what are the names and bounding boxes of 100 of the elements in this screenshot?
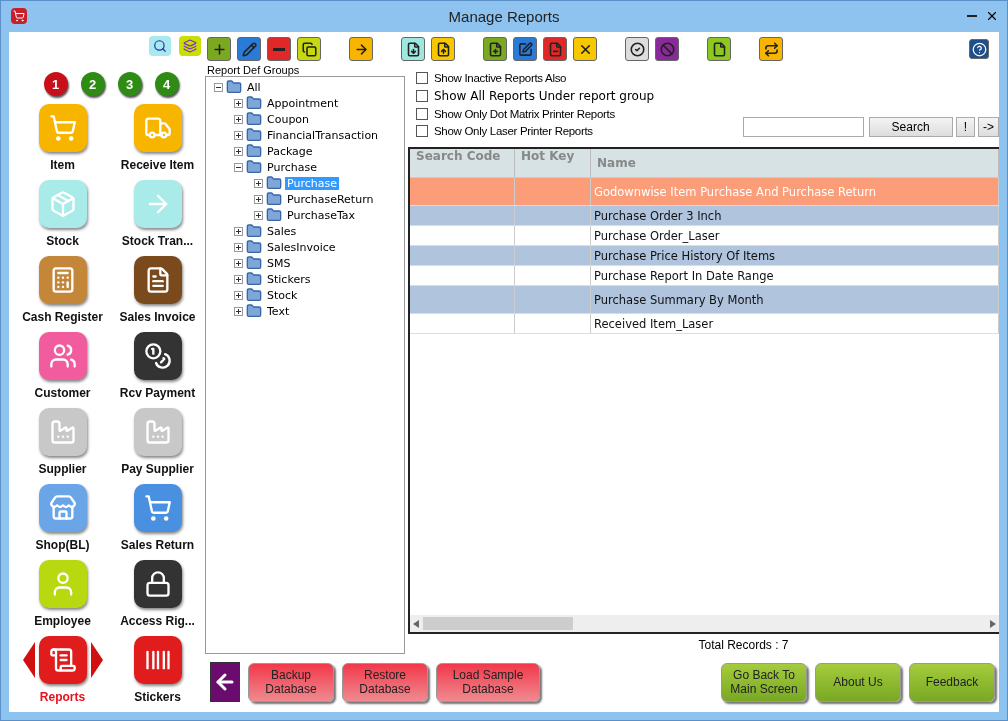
toolbar-button[interactable]	[297, 37, 321, 61]
app-icon[interactable]	[133, 256, 182, 304]
right-arrow-icon[interactable]	[90, 642, 103, 678]
tree-item[interactable]: FinancialTransaction	[265, 128, 381, 142]
app-icon[interactable]	[133, 560, 182, 608]
module-label[interactable]: Pay Supplier	[121, 462, 194, 476]
scroll-left-icon[interactable]	[413, 619, 419, 628]
scroll-icon[interactable]	[38, 636, 87, 684]
toolbar-button[interactable]	[237, 37, 261, 61]
search-field[interactable]	[742, 117, 864, 137]
module-label[interactable]: Customer	[34, 386, 91, 400]
page-button[interactable]: 4	[154, 72, 179, 96]
help-button[interactable]	[969, 39, 989, 59]
tree-item[interactable]: PurchaseReturn	[285, 192, 376, 206]
toolbar-button[interactable]	[625, 37, 649, 61]
module-label[interactable]: Sales Invoice	[119, 310, 196, 324]
app-icon[interactable]	[133, 332, 182, 380]
tree-item[interactable]: Purchase	[265, 160, 319, 174]
next-button[interactable]: ->	[978, 117, 999, 137]
scroll-right-icon[interactable]	[990, 619, 996, 628]
toolbar-button[interactable]	[349, 37, 373, 61]
module-label[interactable]: Item	[50, 158, 75, 172]
page-button[interactable]: 3	[117, 72, 142, 96]
database-button[interactable]: Restore Database	[342, 662, 428, 702]
tree-item[interactable]: Appointment	[265, 96, 341, 110]
left-arrow-icon[interactable]	[22, 642, 35, 678]
toolbar-button[interactable]	[401, 37, 425, 61]
toolbar-button[interactable]	[431, 37, 455, 61]
module-label[interactable]: Receive Item	[120, 158, 195, 172]
tree-item[interactable]: SalesInvoice	[265, 240, 338, 254]
file-down-icon	[405, 41, 421, 57]
expand-icon[interactable]	[254, 210, 263, 220]
tree-item[interactable]: Stickers	[265, 272, 313, 286]
folder-icon	[246, 159, 262, 175]
search-icon[interactable]	[149, 36, 171, 56]
module-label[interactable]: Employee	[34, 614, 91, 628]
database-button[interactable]: Load Sample Database	[436, 662, 540, 702]
module-label[interactable]: Shop(BL)	[35, 538, 90, 552]
module-label[interactable]: Sales Return	[120, 538, 195, 552]
tree-item[interactable]: Text	[265, 304, 292, 318]
nav-button[interactable]: Go Back To Main Screen	[721, 662, 807, 702]
tree-item[interactable]: Coupon	[265, 112, 312, 126]
nav-button[interactable]: Feedback	[909, 662, 995, 702]
toolbar-button[interactable]	[573, 37, 597, 61]
toolbar-button[interactable]	[707, 37, 731, 61]
tree-item[interactable]: All	[245, 80, 263, 94]
back-button[interactable]	[210, 662, 240, 702]
tree-item[interactable]: Package	[265, 144, 315, 158]
expand-icon[interactable]	[234, 306, 243, 316]
expand-icon[interactable]	[234, 290, 243, 300]
expand-icon[interactable]	[234, 114, 243, 124]
expand-icon[interactable]	[234, 130, 243, 140]
toolbar-button[interactable]	[513, 37, 537, 61]
module-label[interactable]: Access Rig...	[120, 614, 195, 628]
page-button[interactable]: 2	[80, 72, 105, 96]
table-row[interactable]: Purchase Order 3 Inch	[410, 206, 999, 226]
collapse-icon[interactable]	[214, 82, 223, 92]
module-label[interactable]: Stickers	[134, 690, 181, 704]
expand-icon[interactable]	[254, 178, 263, 188]
horizontal-scrollbar[interactable]	[410, 615, 999, 632]
tree-item[interactable]: Sales	[265, 224, 299, 238]
tree-item[interactable]: PurchaseTax	[285, 208, 358, 222]
nav-button[interactable]: About Us	[815, 662, 901, 702]
page-button[interactable]: 1	[43, 72, 68, 96]
tree-item[interactable]: SMS	[265, 256, 293, 270]
toolbar-button[interactable]	[267, 37, 291, 61]
toolbar-button[interactable]	[483, 37, 507, 61]
table-row[interactable]: Purchase Summary By Month	[410, 286, 999, 314]
collapse-icon[interactable]	[234, 162, 243, 172]
expand-icon[interactable]	[254, 194, 263, 204]
module-label[interactable]: Stock Tran...	[121, 234, 194, 248]
expand-icon[interactable]	[234, 258, 243, 268]
expand-icon[interactable]	[234, 146, 243, 156]
module-label[interactable]: Stock	[46, 234, 79, 248]
expand-icon[interactable]	[234, 98, 243, 108]
checkbox[interactable]	[416, 72, 428, 84]
close-icon[interactable]	[985, 9, 999, 23]
exclaim-button[interactable]: !	[955, 117, 975, 137]
checkbox[interactable]	[416, 108, 428, 120]
toolbar-button[interactable]	[759, 37, 783, 61]
table-row[interactable]: Purchase Price History Of Items	[410, 246, 999, 266]
table-row[interactable]: Received Item_Laser	[410, 314, 999, 334]
toolbar-button[interactable]	[655, 37, 679, 61]
copy-icon	[301, 41, 317, 57]
module-label[interactable]: Supplier	[38, 462, 87, 476]
module-label[interactable]: Cash Register	[22, 310, 103, 324]
toolbar-button[interactable]	[543, 37, 567, 61]
module-label[interactable]: Rcv Payment	[119, 386, 196, 400]
checkbox[interactable]	[416, 90, 428, 102]
expand-icon[interactable]	[234, 274, 243, 284]
database-button[interactable]: Backup Database	[248, 662, 334, 702]
toolbar-button[interactable]	[207, 37, 231, 61]
table-row[interactable]: Purchase Order_Laser	[410, 226, 999, 246]
expand-icon[interactable]	[234, 242, 243, 252]
table-row[interactable]: Purchase Report In Date Range	[410, 266, 999, 286]
checkbox[interactable]	[416, 125, 428, 137]
expand-icon[interactable]	[234, 226, 243, 236]
search-button[interactable]: Search	[868, 117, 953, 137]
module-label[interactable]: Reports	[39, 690, 86, 704]
tree-item[interactable]: Stock	[265, 288, 300, 302]
